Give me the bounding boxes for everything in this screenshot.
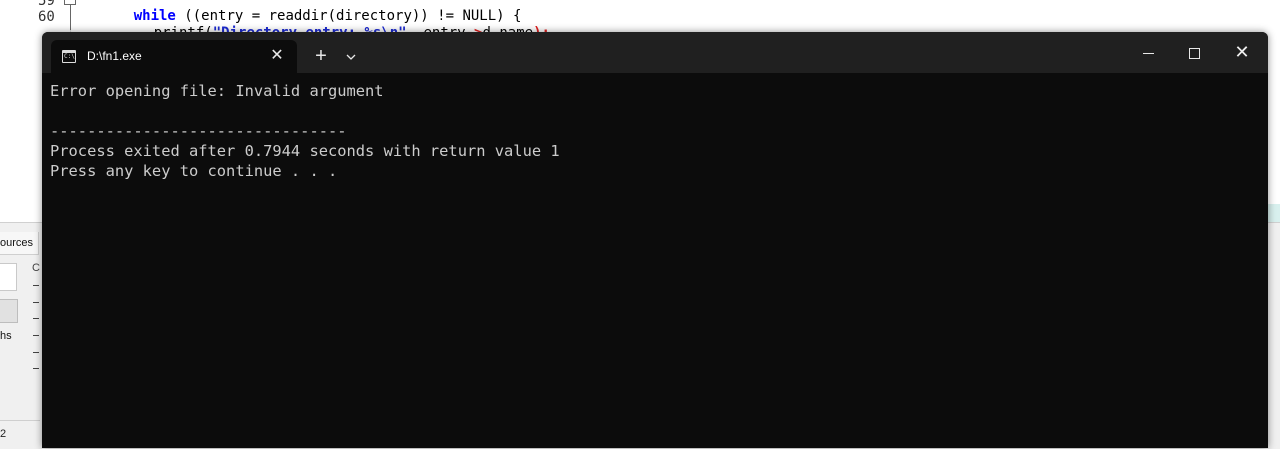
console-app-icon: C:\ xyxy=(62,50,76,63)
dash-mark xyxy=(33,368,39,369)
status-line-number: 2 xyxy=(0,428,7,440)
maximize-button[interactable] xyxy=(1172,40,1216,64)
console-line: Process exited after 0.7944 seconds with… xyxy=(50,142,560,160)
console-line: Press any key to continue . . . xyxy=(50,162,338,180)
side-label: hs xyxy=(0,330,12,342)
editor-highlight-strip xyxy=(1267,204,1280,222)
fold-toggle-icon[interactable] xyxy=(64,0,76,5)
side-input-field[interactable] xyxy=(0,263,17,291)
minimize-icon xyxy=(1142,52,1154,54)
column-header: C xyxy=(32,262,40,274)
dash-mark xyxy=(33,335,39,336)
chevron-down-icon[interactable] xyxy=(340,45,362,67)
divider xyxy=(0,420,40,421)
tab-resources[interactable]: ources xyxy=(0,232,39,255)
dash-mark xyxy=(33,285,39,286)
console-output[interactable]: Error opening file: Invalid argument ---… xyxy=(50,81,1250,441)
dash-mark xyxy=(33,352,39,353)
side-button[interactable] xyxy=(0,299,18,323)
maximize-icon xyxy=(1188,47,1200,59)
line-number-prev: 59 xyxy=(38,0,55,9)
close-window-button[interactable]: ✕ xyxy=(1220,40,1264,64)
close-window-icon: ✕ xyxy=(1234,42,1250,62)
console-line: Error opening file: Invalid argument xyxy=(50,82,384,100)
terminal-window[interactable]: C:\ D:\fn1.exe ✕ + ✕ Error opening file:… xyxy=(42,32,1268,448)
console-line: -------------------------------- xyxy=(50,122,347,140)
tab-resources-label: ources xyxy=(0,237,34,249)
dash-mark xyxy=(33,318,39,319)
close-icon[interactable]: ✕ xyxy=(267,47,287,65)
terminal-tab[interactable]: C:\ D:\fn1.exe ✕ xyxy=(51,40,297,73)
minimize-button[interactable] xyxy=(1126,40,1170,64)
dash-mark xyxy=(33,302,39,303)
line-number: 60 xyxy=(38,9,55,25)
tab-title: D:\fn1.exe xyxy=(87,49,142,63)
terminal-titlebar[interactable]: C:\ D:\fn1.exe ✕ + ✕ xyxy=(42,32,1268,73)
new-tab-button[interactable]: + xyxy=(310,45,332,67)
